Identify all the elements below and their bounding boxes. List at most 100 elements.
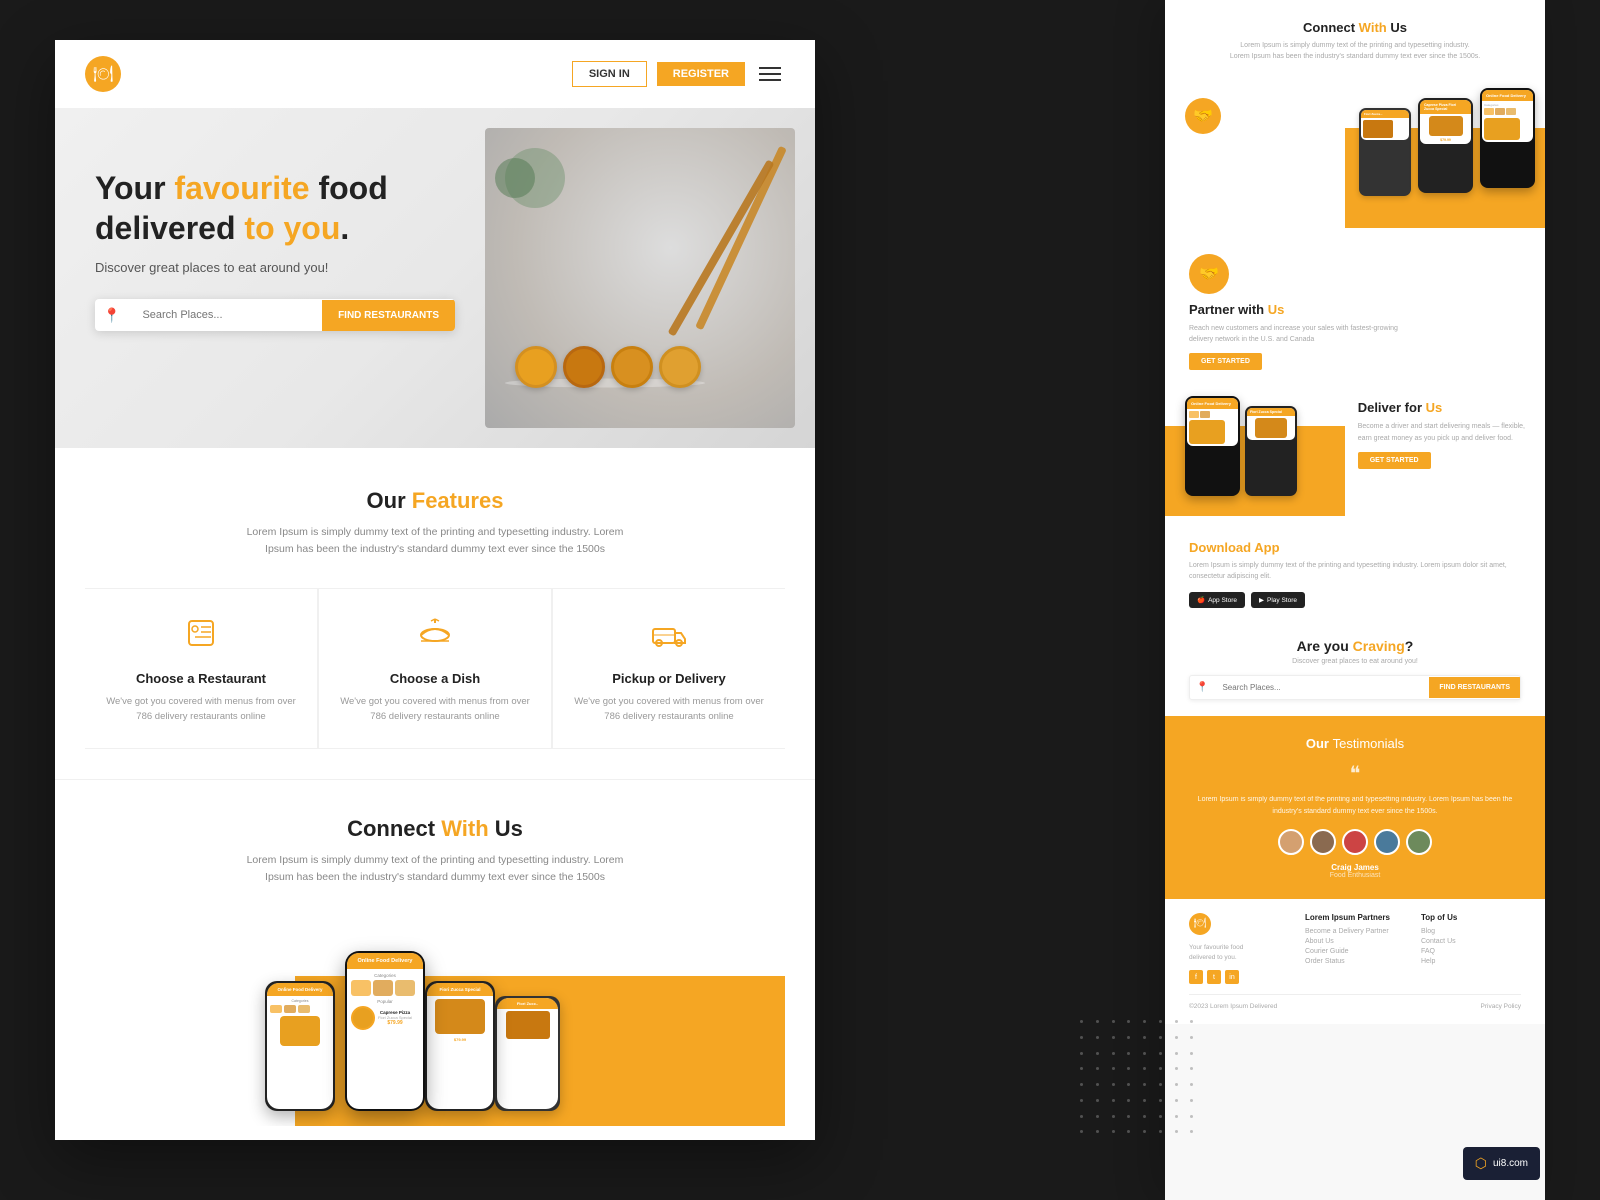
playstore-label: Play Store <box>1267 597 1297 604</box>
r-testimonial-avatars <box>1189 829 1521 855</box>
connect-subtitle: Lorem Ipsum is simply dummy text of the … <box>235 852 635 886</box>
r-phones-showcase: 🤝 Online Food Delivery Categories Capres… <box>1165 78 1545 238</box>
dot-61 <box>1159 1130 1162 1133</box>
hero-section: Your favourite food delivered to you. Di… <box>55 108 815 448</box>
phone-left-cat-label: Categories <box>270 999 330 1003</box>
playstore-button[interactable]: ▶ Play Store <box>1251 592 1305 608</box>
signin-button[interactable]: SIGN IN <box>572 61 647 87</box>
r-deliver-desc: Become a driver and start delivering mea… <box>1358 421 1525 443</box>
deliver-phone-1-screen: Online Food Delivery <box>1187 398 1238 446</box>
r-phone-1-body: Categories <box>1482 101 1533 142</box>
dot-54 <box>1175 1115 1178 1118</box>
dot-21 <box>1159 1052 1162 1055</box>
watermark: ⬡ ui8.com <box>1463 1147 1540 1180</box>
r-reviewer-name: Craig James <box>1189 863 1521 872</box>
dot-30 <box>1175 1067 1178 1070</box>
dot-60 <box>1143 1130 1146 1133</box>
dp1-cat-1 <box>1189 411 1199 418</box>
hero-title-line2: delivered to you. <box>95 210 349 246</box>
avatar-3 <box>1342 829 1368 855</box>
phone-main-mockup: Online Food Delivery Categories Popular <box>345 951 425 1111</box>
r-cat-row <box>1484 108 1531 115</box>
dot-24 <box>1080 1067 1083 1070</box>
dot-29 <box>1159 1067 1162 1070</box>
feature-desc-delivery: We've got you covered with menus from ov… <box>573 694 765 724</box>
pizza-thumb <box>435 999 485 1034</box>
deliver-phone-1: Online Food Delivery <box>1185 396 1240 496</box>
pizza-item-sub: Fiori Zucca Special <box>378 1015 412 1020</box>
connect-section: Connect With Us Lorem Ipsum is simply du… <box>55 780 815 1140</box>
deliver-phones-section: Online Food Delivery Fiori Zucca Special <box>1165 386 1545 526</box>
hero-search-input[interactable] <box>128 299 322 331</box>
r-footer-link-order[interactable]: Order Status <box>1305 958 1405 965</box>
r-footer-tagline: Your favourite food delivered to you. <box>1189 943 1269 963</box>
features-grid: Choose a Restaurant We've got you covere… <box>85 588 785 749</box>
connect-with-highlight: With <box>441 816 488 841</box>
dp1-food <box>1189 420 1225 444</box>
hamburger-menu[interactable] <box>755 63 785 85</box>
dot-36 <box>1143 1083 1146 1086</box>
logo-icon: 🍽 <box>85 56 121 92</box>
r-footer-link-blog[interactable]: Blog <box>1421 928 1521 935</box>
dot-1 <box>1096 1020 1099 1023</box>
r-phone-3-body <box>1361 118 1409 140</box>
r-craving-sub: Discover great places to eat around you! <box>1189 658 1521 665</box>
r-partner-icon-circle: 🤝 <box>1185 98 1221 134</box>
right-panel: Connect With Us Lorem Ipsum is simply du… <box>1165 0 1545 1200</box>
hero-image <box>485 128 795 428</box>
r-privacy-link[interactable]: Privacy Policy <box>1481 1003 1521 1010</box>
r-footer-link-about[interactable]: About Us <box>1305 938 1405 945</box>
find-restaurants-button[interactable]: FIND RESTAURANTS <box>322 300 455 331</box>
r-search-input[interactable] <box>1214 676 1429 699</box>
r-food-thumb-1 <box>1484 118 1520 140</box>
dot-11 <box>1127 1036 1130 1039</box>
dot-25 <box>1096 1067 1099 1070</box>
quote-icon: ❝ <box>1189 761 1521 786</box>
categories-label: Categories <box>351 973 419 978</box>
dp2-screen: Fiori Zucca Special <box>1247 408 1295 440</box>
dot-62 <box>1175 1130 1178 1133</box>
register-button[interactable]: REGISTER <box>657 62 745 86</box>
r-location-pin-icon: 📍 <box>1190 682 1214 693</box>
pizza-item-img <box>351 1006 375 1030</box>
dot-37 <box>1159 1083 1162 1086</box>
dot-7 <box>1190 1020 1193 1023</box>
r-footer-link-partner[interactable]: Become a Delivery Partner <box>1305 928 1405 935</box>
r-footer-link-guide[interactable]: Courier Guide <box>1305 948 1405 955</box>
dot-6 <box>1175 1020 1178 1023</box>
r-footer-link-faq[interactable]: FAQ <box>1421 948 1521 955</box>
r-partner-section: 🤝 Partner with Us Reach new customers an… <box>1165 238 1545 386</box>
r-find-restaurants-button[interactable]: FIND RESTAURANTS <box>1429 677 1520 698</box>
apple-icon: 🍎 <box>1197 596 1205 604</box>
features-title: Our Features <box>85 488 785 514</box>
dot-19 <box>1127 1052 1130 1055</box>
phone-secondary-right-mockup: Fiori Zucca Special $79.99 <box>425 981 495 1111</box>
dp2-body <box>1247 416 1295 440</box>
appstore-label: App Store <box>1208 597 1237 604</box>
r-footer-link-help[interactable]: Help <box>1421 958 1521 965</box>
dot-14 <box>1175 1036 1178 1039</box>
r-download-title: Download App <box>1189 540 1521 555</box>
r-deliver-started-button[interactable]: GET STARTED <box>1358 452 1431 469</box>
twitter-icon[interactable]: t <box>1207 970 1221 984</box>
navbar: 🍽 SIGN IN REGISTER <box>55 40 815 108</box>
avatar-1 <box>1278 829 1304 855</box>
feature-title-delivery: Pickup or Delivery <box>573 671 765 686</box>
features-title-highlight: Features <box>412 488 504 513</box>
cat-item-2 <box>284 1005 296 1013</box>
r-get-started-button[interactable]: GET STARTED <box>1189 353 1262 370</box>
dot-46 <box>1175 1099 1178 1102</box>
r-deliver-title: Deliver for Us <box>1358 400 1525 415</box>
phone-left-header: Online Food Delivery <box>267 983 333 996</box>
dot-63 <box>1190 1130 1193 1133</box>
r-footer-col-logo: 🍽 Your favourite food delivered to you. … <box>1189 913 1289 985</box>
dot-44 <box>1143 1099 1146 1102</box>
instagram-icon[interactable]: in <box>1225 970 1239 984</box>
watermark-text: ui8.com <box>1493 1158 1528 1169</box>
dot-28 <box>1143 1067 1146 1070</box>
dot-39 <box>1190 1083 1193 1086</box>
r-footer: 🍽 Your favourite food delivered to you. … <box>1165 899 1545 1025</box>
appstore-button[interactable]: 🍎 App Store <box>1189 592 1245 608</box>
facebook-icon[interactable]: f <box>1189 970 1203 984</box>
r-footer-link-contact[interactable]: Contact Us <box>1421 938 1521 945</box>
